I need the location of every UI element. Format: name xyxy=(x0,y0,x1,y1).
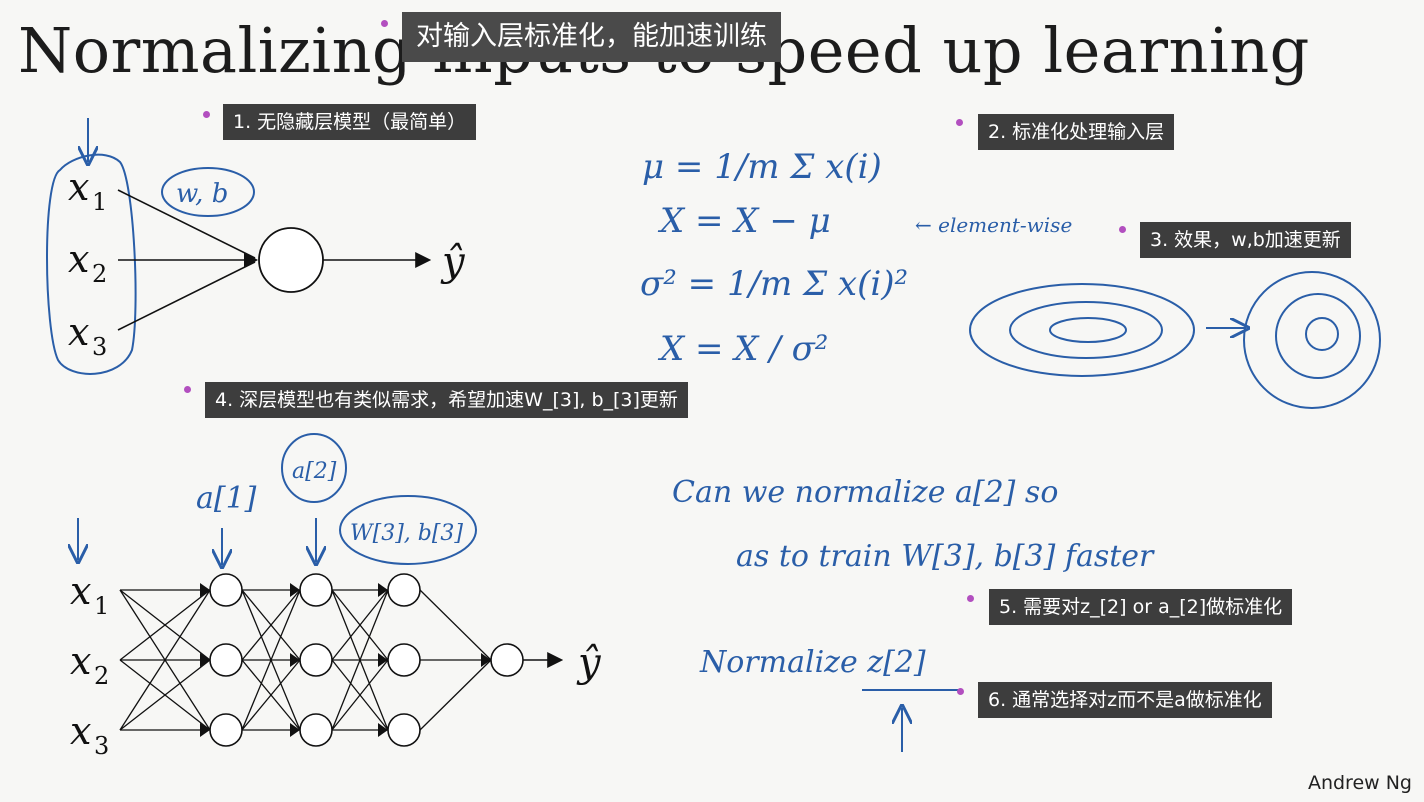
neuron xyxy=(299,643,333,677)
edge xyxy=(117,261,256,331)
normalize-z-note: Normalize z[2] xyxy=(699,645,926,680)
net1-input-x3: x xyxy=(68,310,89,354)
layer1-activation-note: a[1] xyxy=(196,481,257,516)
annotation-caption-2: 2. 标准化处理输入层 xyxy=(978,114,1175,150)
neuron xyxy=(209,573,243,607)
divide-variance-formula: X = X / σ² xyxy=(657,329,828,369)
deep-network-graph xyxy=(119,573,524,747)
simple-network: x 1 x 2 x 3 ŷ w, b xyxy=(46,118,466,375)
net2-input-x2: x xyxy=(70,639,91,683)
annotation-marker-icon xyxy=(381,20,388,27)
layer3-params-note: W[3], b[3] xyxy=(350,521,463,546)
net2-input-x3: x xyxy=(70,709,91,753)
annotation-marker-icon xyxy=(184,386,191,393)
annotation-caption-4: 4. 深层模型也有类似需求，希望加速W_[3], b_[3]更新 xyxy=(205,382,688,418)
elongated-contour-outer xyxy=(969,283,1195,377)
annotation-marker-icon xyxy=(203,111,210,118)
contour-sketches xyxy=(969,271,1381,409)
annotation-marker-icon xyxy=(956,119,963,126)
neuron xyxy=(299,573,333,607)
question-line-2: as to train W[3], b[3] faster xyxy=(736,539,1155,574)
net2-output-yhat: ŷ xyxy=(576,640,602,686)
annotation-marker-icon xyxy=(957,688,964,695)
annotation-caption-5: 5. 需要对z_[2] or a_[2]做标准化 xyxy=(989,589,1293,625)
annotation-marker-icon xyxy=(1119,226,1126,233)
edge-arrowhead xyxy=(378,653,388,667)
round-contour-mid xyxy=(1275,293,1361,379)
net2-input-sub1: 1 xyxy=(94,592,109,620)
subtitle-caption: 对输入层标准化，能加速训练 xyxy=(402,12,781,62)
deep-network: a[1] a[2] W[3], b[3] x 1 x 2 x 3 ŷ xyxy=(70,433,602,760)
neuron xyxy=(209,713,243,747)
neuron xyxy=(387,573,421,607)
elongated-contour-inner xyxy=(1049,317,1127,343)
edge-arrowhead xyxy=(200,653,210,667)
annotation-marker-icon xyxy=(967,595,974,602)
question-line-1: Can we normalize a[2] so xyxy=(672,475,1058,510)
lecture-slide: Normalizing inputs to speed up learning … xyxy=(0,0,1424,802)
output-neuron xyxy=(258,227,324,293)
net2-input-x1: x xyxy=(70,569,91,613)
neuron xyxy=(209,643,243,677)
net1-input-sub1: 1 xyxy=(92,188,107,216)
variance-formula: σ² = 1/m Σ x(i)² xyxy=(640,264,908,304)
annotation-caption-3: 3. 效果，w,b加速更新 xyxy=(1140,222,1351,258)
net1-input-sub2: 2 xyxy=(92,260,107,288)
edge-arrowhead xyxy=(200,723,210,737)
net1-input-sub3: 3 xyxy=(92,333,107,361)
annotation-caption-1: 1. 无隐藏层模型（最简单） xyxy=(223,104,477,140)
annotation-caption-6: 6. 通常选择对z而不是a做标准化 xyxy=(978,682,1272,718)
neuron xyxy=(299,713,333,747)
edge xyxy=(419,589,492,661)
neuron xyxy=(387,643,421,677)
edge-arrowhead xyxy=(200,583,210,597)
round-contour-inner xyxy=(1305,317,1339,351)
neuron xyxy=(387,713,421,747)
net2-input-sub3: 3 xyxy=(94,732,109,760)
output-neuron xyxy=(490,643,524,677)
subtract-mean-formula: X = X − μ xyxy=(657,201,831,241)
author-credit: Andrew Ng xyxy=(1307,772,1412,794)
net1-input-x2: x xyxy=(68,237,89,281)
net1-params-note: w, b xyxy=(176,179,228,209)
mean-formula: μ = 1/m Σ x(i) xyxy=(642,147,882,187)
edge-arrowhead xyxy=(244,252,258,268)
edge-arrowhead xyxy=(290,653,300,667)
element-wise-note: ← element-wise xyxy=(915,213,1072,237)
edge xyxy=(419,659,492,731)
normalization-formulas: μ = 1/m Σ x(i) X = X − μ σ² = 1/m Σ x(i)… xyxy=(640,147,1072,369)
net1-output-yhat: ŷ xyxy=(440,239,466,285)
net1-input-x1: x xyxy=(68,165,89,209)
elongated-contour-mid xyxy=(1009,301,1163,359)
net2-input-sub2: 2 xyxy=(94,662,109,690)
layer2-activation-note: a[2] xyxy=(292,459,337,484)
